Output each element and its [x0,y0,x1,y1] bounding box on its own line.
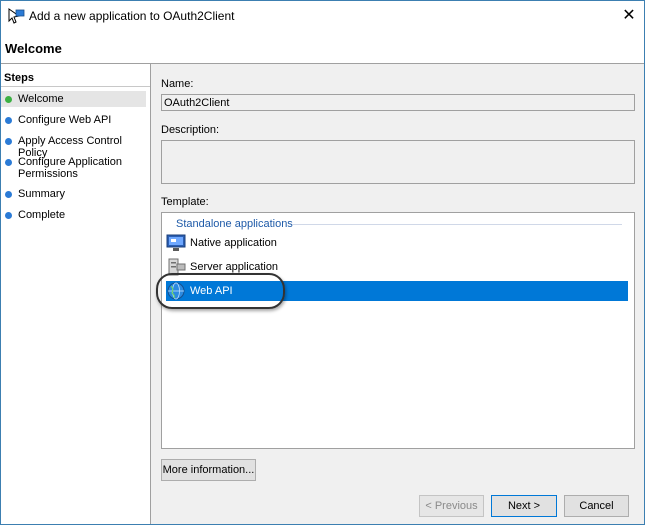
wizard-window: Add a new application to OAuth2Client ✕ … [0,0,645,525]
name-label: Name: [161,78,194,90]
template-group-header: Standalone applications [176,218,293,230]
application-wizard-icon [7,7,25,25]
title-bar[interactable]: Add a new application to OAuth2Client ✕ [1,1,644,31]
steps-panel: Steps Welcome Configure Web API Apply Ac… [1,64,151,524]
web-api-globe-icon [166,282,186,300]
name-field[interactable]: OAuth2Client [161,94,635,111]
step-configure-application-permissions: Configure Application Permissions [5,156,125,180]
step-pending-icon [5,212,12,219]
next-button[interactable]: Next > [491,495,557,517]
description-label: Description: [161,124,220,136]
template-item-label: Native application [190,237,277,249]
page-title: Welcome [5,41,62,56]
step-configure-web-api: Configure Web API [5,114,150,126]
step-label: Summary [18,188,66,200]
step-label: Welcome [18,93,64,105]
steps-heading-divider [1,86,150,87]
step-welcome: Welcome [1,91,146,107]
template-group-divider [292,224,622,225]
step-label: Complete [18,209,66,221]
step-pending-icon [5,191,12,198]
more-information-button[interactable]: More information... [161,459,256,481]
step-pending-icon [5,117,12,124]
description-field[interactable] [161,140,635,184]
template-item-label: Web API [190,285,233,297]
template-item-label: Server application [190,261,279,273]
server-app-icon [166,258,186,276]
template-item-server-application[interactable]: Server application [166,257,628,277]
window-title: Add a new application to OAuth2Client [29,9,235,23]
content-panel: Name: OAuth2Client Description: Template… [151,64,644,524]
template-list[interactable]: Standalone applications Native applicati… [161,212,635,449]
step-complete: Complete [5,209,150,221]
step-label: Configure Web API [18,114,112,126]
steps-heading: Steps [4,72,34,84]
step-pending-icon [5,159,12,166]
template-item-web-api[interactable]: Web API [166,281,628,301]
previous-button[interactable]: < Previous [419,495,484,517]
native-app-icon [166,234,186,252]
template-item-native-application[interactable]: Native application [166,233,628,253]
cancel-button[interactable]: Cancel [564,495,629,517]
step-pending-icon [5,138,12,145]
step-summary: Summary [5,188,150,200]
template-label: Template: [161,196,209,208]
step-label: Configure Application Permissions [18,156,122,180]
close-icon[interactable]: ✕ [614,1,644,31]
step-current-icon [5,95,12,103]
